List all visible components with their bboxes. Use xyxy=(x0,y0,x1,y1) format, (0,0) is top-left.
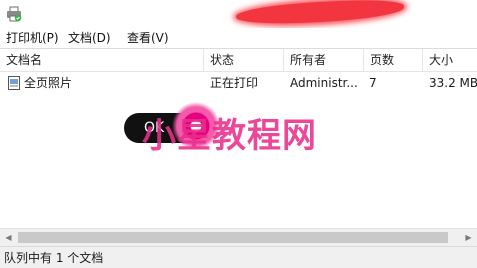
menu-bar: 打印机(P) 文档(D) 查看(V) xyxy=(0,28,477,49)
printer-icon xyxy=(7,6,22,22)
scroll-right-arrow-icon[interactable]: ▶ xyxy=(460,229,477,246)
menu-document[interactable]: 文档(D) xyxy=(68,30,111,46)
menu-view[interactable]: 查看(V) xyxy=(127,30,169,46)
scrollbar-thumb[interactable] xyxy=(18,232,448,243)
list-header: 文档名 状态 所有者 页数 大小 xyxy=(0,49,477,72)
column-header-status[interactable]: 状态 xyxy=(204,49,284,71)
title-bar xyxy=(0,0,477,29)
watermark: 小星教程网 xyxy=(142,116,317,156)
menu-printer[interactable]: 打印机(P) xyxy=(6,30,59,46)
scroll-left-arrow-icon[interactable]: ◀ xyxy=(0,229,17,246)
table-row[interactable]: 全页照片 正在打印 Administr... 7 33.2 MB xyxy=(0,72,477,94)
horizontal-scrollbar[interactable]: ◀ ▶ xyxy=(0,228,477,246)
document-icon xyxy=(8,76,20,90)
status-bar: 队列中有 1 个文档 xyxy=(0,246,477,268)
redacted-title xyxy=(235,0,405,27)
document-size: 33.2 MB xyxy=(429,76,477,90)
document-name: 全页照片 xyxy=(24,76,73,90)
column-header-size[interactable]: 大小 xyxy=(423,49,477,71)
queue-status: 队列中有 1 个文档 xyxy=(4,251,104,265)
column-header-document-name[interactable]: 文档名 xyxy=(0,49,204,71)
column-header-owner[interactable]: 所有者 xyxy=(284,49,364,71)
document-owner: Administr... xyxy=(290,76,358,90)
column-header-pages[interactable]: 页数 xyxy=(364,49,423,71)
document-pages: 7 xyxy=(369,76,377,90)
document-status: 正在打印 xyxy=(210,76,259,90)
